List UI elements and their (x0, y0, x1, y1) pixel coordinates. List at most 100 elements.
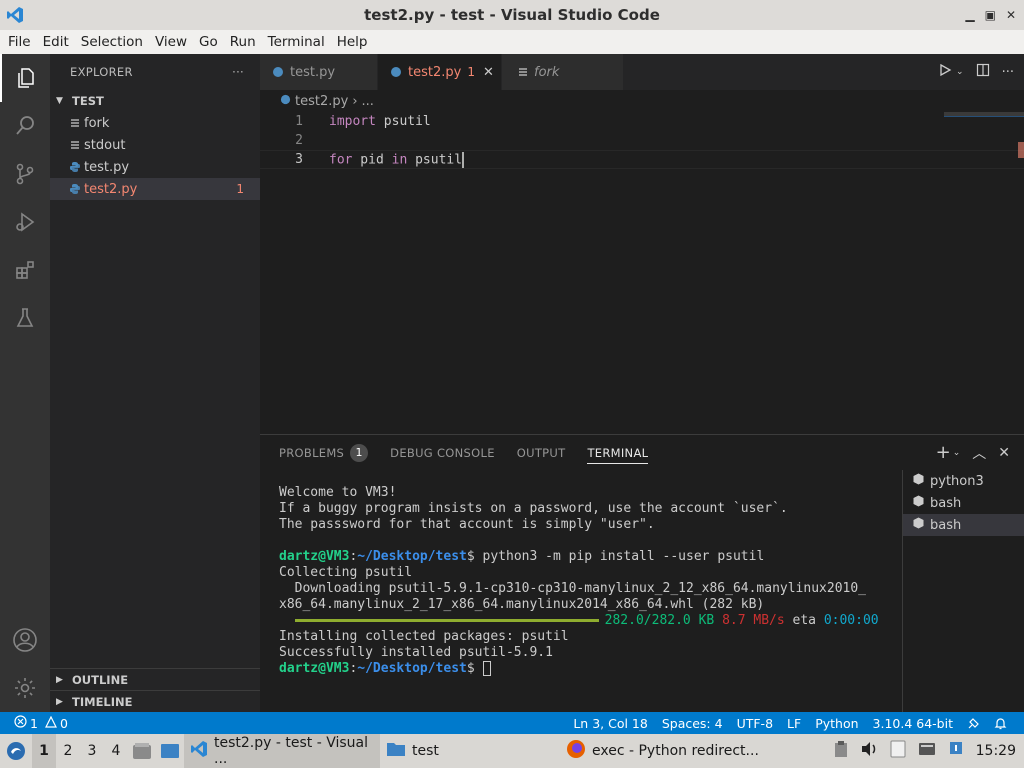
keyboard-icon[interactable] (918, 742, 936, 760)
notes-icon[interactable] (890, 740, 906, 762)
menu-edit[interactable]: Edit (37, 34, 75, 50)
terminal-prompt-line: dartz@VM3:~/Desktop/test$ (279, 661, 879, 677)
panel-tab-terminal[interactable]: TERMINAL (587, 435, 649, 470)
breadcrumb-file[interactable]: test2.py (295, 94, 348, 109)
close-tab-icon[interactable]: ✕ (483, 65, 494, 80)
menu-file[interactable]: File (2, 34, 37, 50)
source-control-icon[interactable] (0, 150, 50, 198)
folder-test[interactable]: ▼ TEST (50, 90, 260, 112)
minimize-icon[interactable]: ▁ (965, 8, 974, 22)
window-title: test2.py - test - Visual Studio Code (364, 6, 660, 24)
code-line-current: 3 for pid in psutil (260, 150, 1024, 169)
menu-view[interactable]: View (149, 34, 193, 50)
clipboard-icon[interactable] (834, 740, 848, 762)
more-actions-icon[interactable]: ··· (232, 65, 244, 79)
editor-tabs: test.py test2.py 1 ✕ fork ⌄ ··· (260, 54, 1024, 90)
menu-help[interactable]: Help (331, 34, 374, 50)
panel-tab-problems[interactable]: PROBLEMS 1 (279, 435, 369, 470)
run-debug-icon[interactable] (0, 198, 50, 246)
prompt-symbol: $ (466, 549, 475, 564)
prompt-symbol: $ (466, 661, 475, 676)
terminal-item-python3[interactable]: python3 (903, 470, 1024, 492)
problems-status[interactable]: 1 0 (0, 715, 75, 731)
terminal-line: Downloading psutil-5.9.1-cp310-cp310-man… (279, 581, 866, 596)
task-vscode[interactable]: test2.py - test - Visual ... (184, 734, 380, 768)
new-terminal-icon[interactable]: + (936, 442, 951, 463)
task-file-manager[interactable]: test (380, 734, 560, 768)
vscode-logo-icon (0, 6, 30, 24)
task-firefox[interactable]: exec - Python redirect... (560, 734, 796, 768)
show-desktop-icon[interactable] (156, 743, 184, 759)
end-of-line[interactable]: LF (780, 716, 808, 731)
terminal-item-bash[interactable]: bash (903, 492, 1024, 514)
terminal-line: Welcome to VM3! (279, 485, 397, 500)
task-label: test (412, 743, 439, 759)
tab-test-py[interactable]: test.py (260, 54, 378, 90)
explorer-title: EXPLORER (70, 65, 133, 79)
encoding[interactable]: UTF-8 (730, 716, 780, 731)
workspace-4[interactable]: 4 (104, 743, 128, 759)
network-icon[interactable] (948, 740, 964, 762)
tab-test2-py[interactable]: test2.py 1 ✕ (378, 54, 502, 90)
workspace-1[interactable]: 1 (32, 734, 56, 768)
python-interpreter[interactable]: 3.10.4 64-bit (866, 716, 960, 731)
minimap[interactable] (934, 112, 1024, 434)
status-bar: 1 0 Ln 3, Col 18 Spaces: 4 UTF-8 LF Pyth… (0, 712, 1024, 734)
terminal-label: bash (930, 517, 962, 533)
terminal-command: python3 -m pip install --user psutil (474, 549, 765, 564)
maximize-panel-icon[interactable]: ︿ (972, 443, 986, 463)
menu-selection[interactable]: Selection (75, 34, 149, 50)
tab-fork[interactable]: fork (502, 54, 624, 90)
timeline-section[interactable]: ▶ TIMELINE (50, 690, 260, 712)
menu-run[interactable]: Run (224, 34, 262, 50)
file-item-test-py[interactable]: test.py (50, 156, 260, 178)
chevron-down-icon[interactable]: ⌄ (956, 67, 964, 77)
start-menu-icon[interactable] (0, 741, 32, 761)
volume-icon[interactable] (860, 741, 878, 761)
extensions-icon[interactable] (0, 246, 50, 294)
python-file-icon (66, 161, 84, 173)
notifications-bell-icon[interactable] (987, 717, 1014, 730)
file-item-stdout[interactable]: stdout (50, 134, 260, 156)
clock[interactable]: 15:29 (976, 743, 1016, 759)
close-panel-icon[interactable]: ✕ (998, 445, 1010, 461)
file-label: fork (84, 115, 110, 131)
chevron-down-icon[interactable]: ⌄ (953, 448, 961, 458)
menu-go[interactable]: Go (193, 34, 224, 50)
search-icon[interactable] (0, 102, 50, 150)
panel-tab-output[interactable]: OUTPUT (517, 435, 566, 470)
terminal-output[interactable]: Welcome to VM3! If a buggy program insist… (279, 485, 879, 677)
bottom-panel: PROBLEMS 1 DEBUG CONSOLE OUTPUT TERMINAL… (260, 434, 1024, 713)
testing-icon[interactable] (0, 294, 50, 342)
restore-icon[interactable]: ▣ (985, 8, 996, 22)
text-cursor (462, 151, 465, 168)
settings-gear-icon[interactable] (0, 664, 50, 712)
workspace-2[interactable]: 2 (56, 743, 80, 759)
menu-terminal[interactable]: Terminal (262, 34, 331, 50)
feedback-icon[interactable] (960, 717, 987, 730)
terminal-icon (913, 517, 924, 533)
keyword: for (329, 152, 353, 167)
split-editor-icon[interactable] (976, 63, 990, 81)
tab-problem-count: 1 (467, 65, 475, 79)
accounts-icon[interactable] (0, 616, 50, 664)
more-actions-icon[interactable]: ··· (1002, 65, 1014, 80)
outline-section[interactable]: ▶ OUTLINE (50, 668, 260, 690)
workspace-3[interactable]: 3 (80, 743, 104, 759)
prompt-path: ~/Desktop/test (357, 661, 467, 676)
cursor-position[interactable]: Ln 3, Col 18 (566, 716, 655, 731)
breadcrumb-symbol[interactable]: ... (362, 94, 374, 109)
close-window-icon[interactable]: ✕ (1006, 8, 1016, 22)
file-item-fork[interactable]: fork (50, 112, 260, 134)
indentation[interactable]: Spaces: 4 (655, 716, 730, 731)
language-mode[interactable]: Python (808, 716, 865, 731)
text-file-icon (518, 67, 528, 77)
file-item-test2-py[interactable]: test2.py 1 (50, 178, 260, 200)
run-python-file-icon[interactable] (938, 63, 952, 81)
file-manager-launcher-icon[interactable] (128, 742, 156, 760)
terminal-item-bash-active[interactable]: bash (903, 514, 1024, 536)
code-editor[interactable]: 1 import psutil 2 3 for pid in psutil (260, 112, 1024, 169)
panel-tab-debug-console[interactable]: DEBUG CONSOLE (390, 435, 495, 470)
explorer-icon[interactable] (0, 54, 50, 102)
prompt-user: dartz@VM3 (279, 661, 350, 676)
